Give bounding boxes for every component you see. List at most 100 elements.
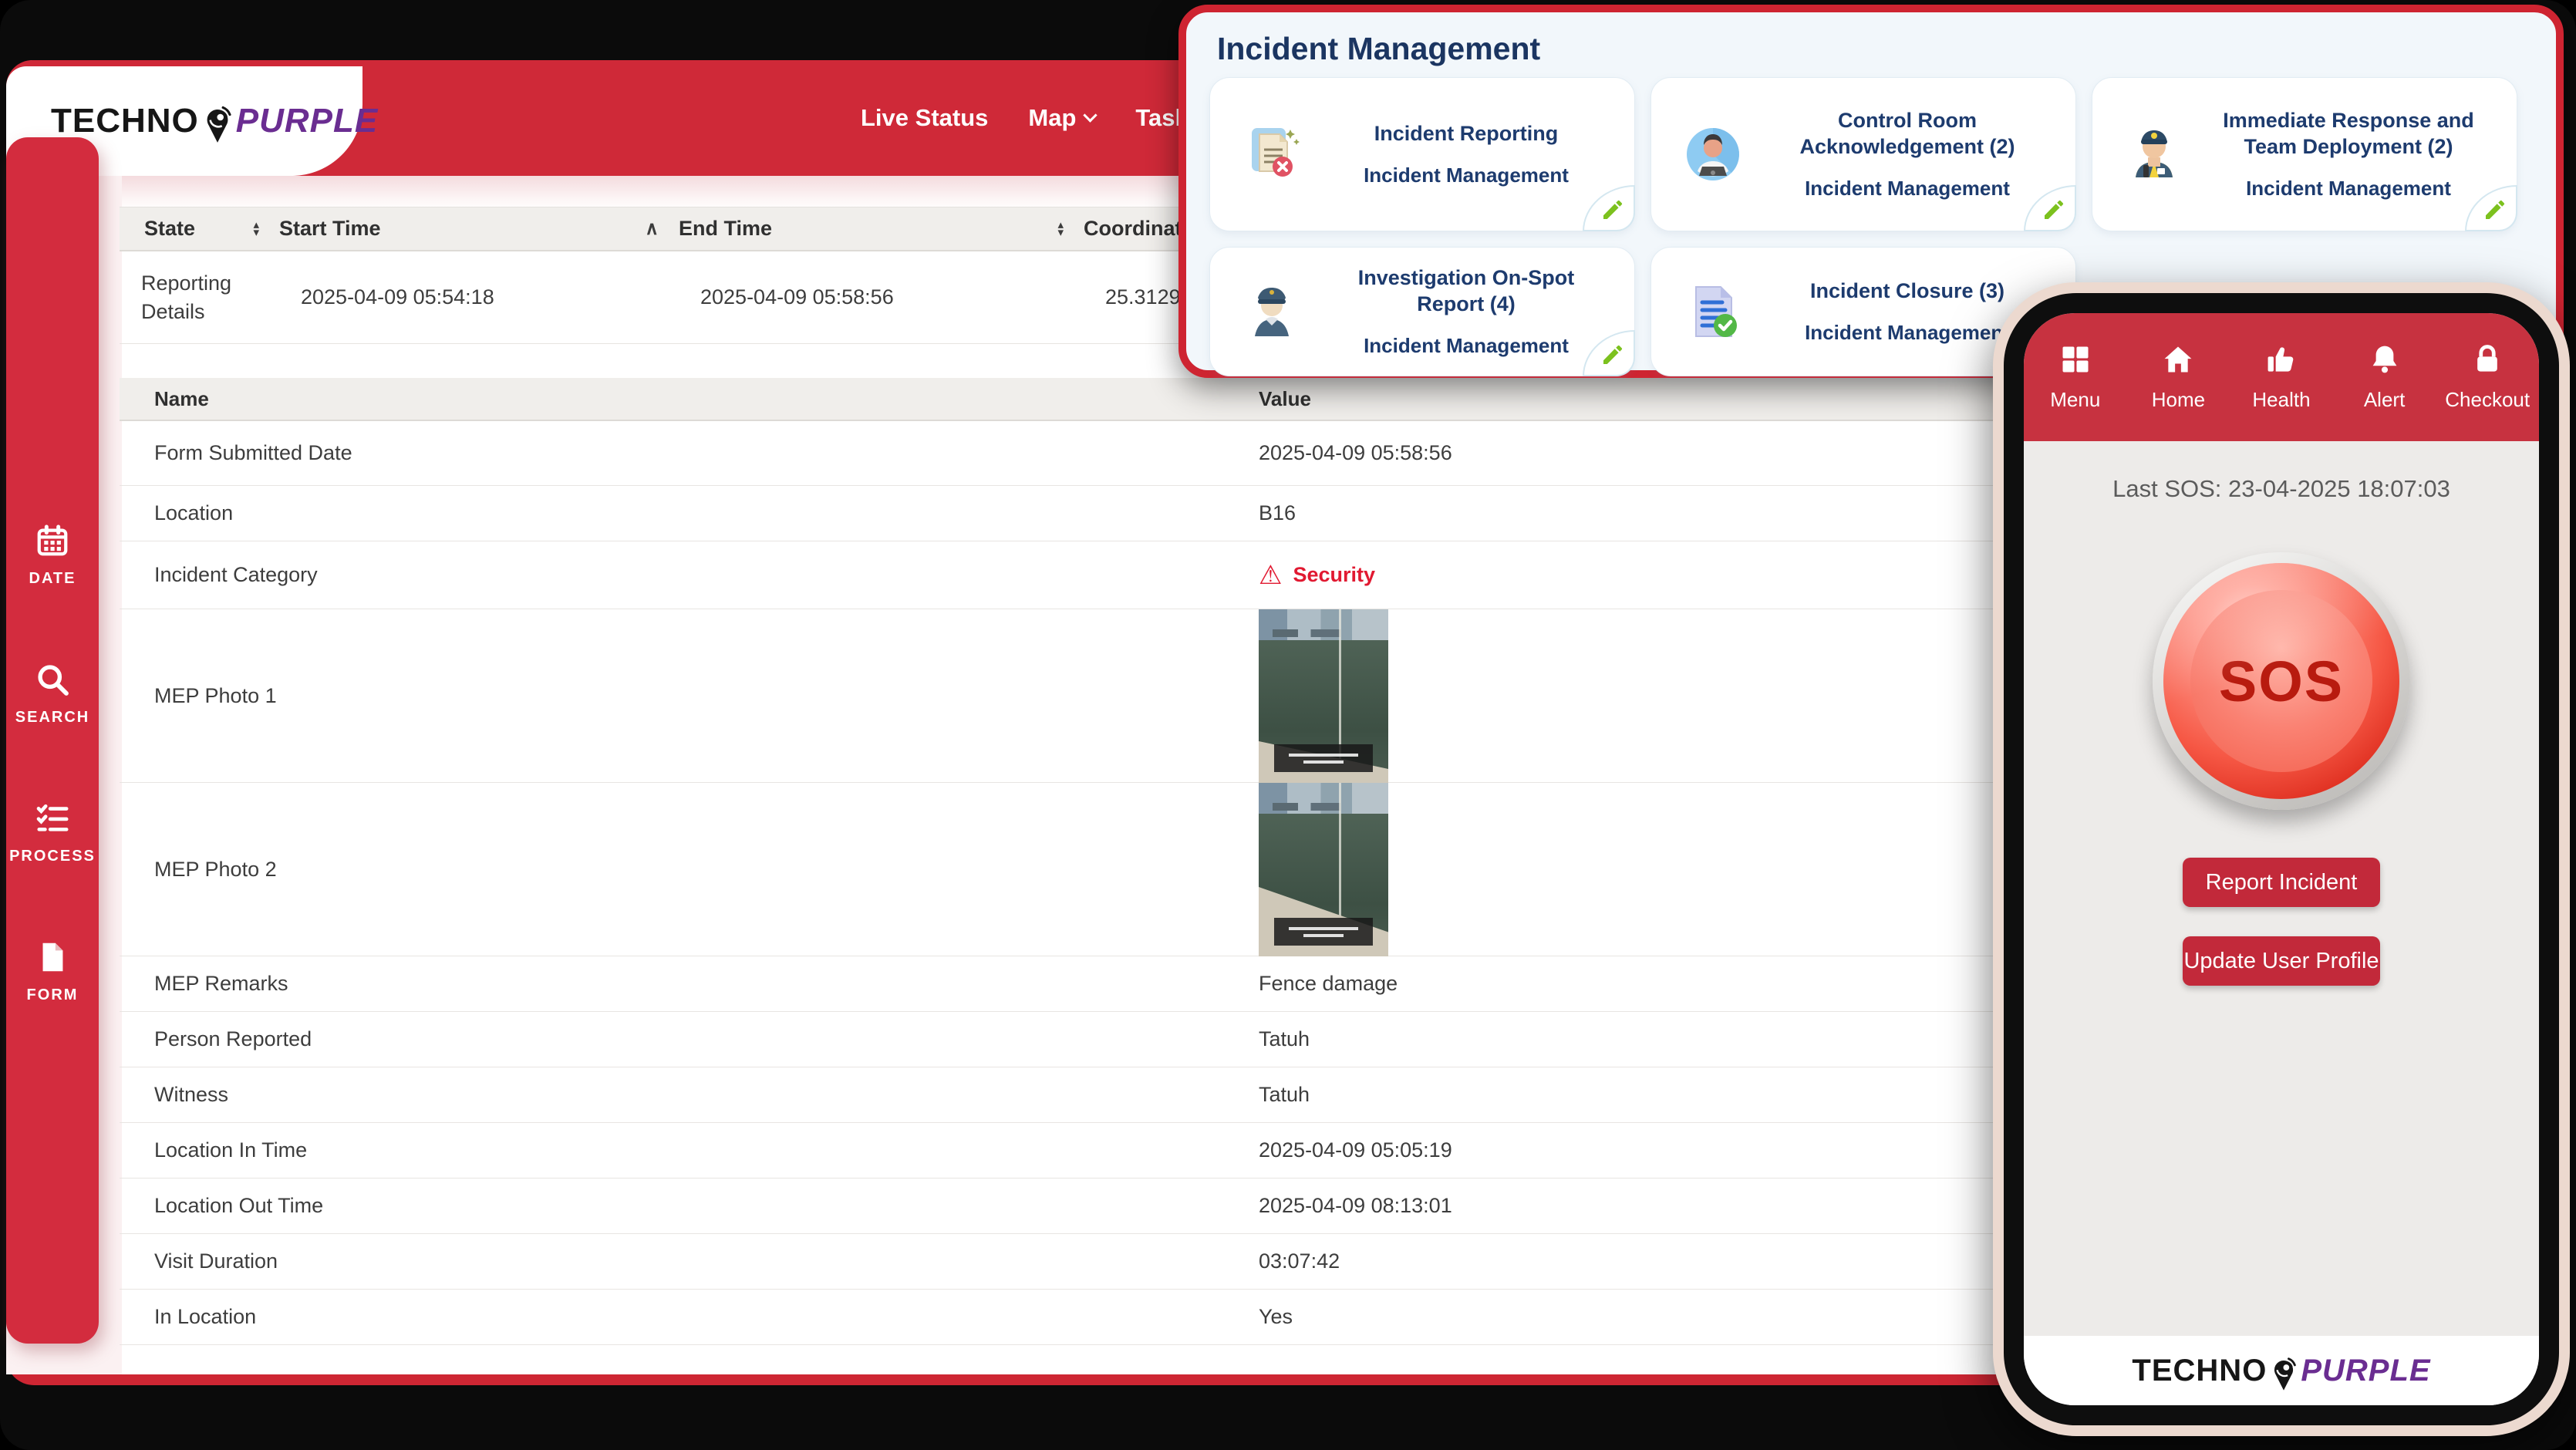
logo-text-purple: PURPLE <box>236 102 378 140</box>
sos-button-face: SOS <box>2163 563 2399 799</box>
cell-end-time: 2025-04-09 05:58:56 <box>700 285 1105 309</box>
card-text: Immediate Response and Team Deployment (… <box>2216 108 2517 201</box>
detail-row-mep-photo-1: MEP Photo 1 <box>120 609 2030 783</box>
detail-value: Yes <box>1259 1305 2030 1329</box>
details-name-header: Name <box>120 387 1259 411</box>
incident-card-immediate-response-and-team-deployment-2[interactable]: Immediate Response and Team Deployment (… <box>2092 77 2517 231</box>
column-label: Coordinat <box>1084 217 1182 241</box>
left-sidebar: DATE SEARCH PROCESS FORM <box>6 137 99 1344</box>
phone-nav-label: Menu <box>2050 388 2100 412</box>
sidebar-item-search[interactable]: SEARCH <box>15 662 89 727</box>
bell-icon <box>2368 342 2402 380</box>
detail-name: Witness <box>120 1083 1259 1107</box>
checklist-icon <box>35 801 70 840</box>
detail-name: Location Out Time <box>120 1194 1259 1218</box>
state-value: Reporting Details <box>141 269 272 325</box>
phone-nav-alert[interactable]: Alert <box>2333 313 2436 441</box>
technopurple-logo: TECHNO PURPLE <box>51 102 378 140</box>
closure-doc-icon <box>1651 275 1775 349</box>
detail-name: Location <box>120 501 1259 525</box>
sos-label: SOS <box>2219 649 2344 714</box>
detail-row-incident-category: Incident Category⚠Security <box>120 541 2030 609</box>
operator-avatar-icon <box>1651 117 1775 191</box>
nav-item-map[interactable]: Map <box>1028 104 1095 132</box>
detail-row-person-reported: Person ReportedTatuh <box>120 1012 2030 1067</box>
phone-nav-home[interactable]: Home <box>2127 313 2230 441</box>
sos-button-core: SOS <box>2190 590 2372 772</box>
phone-bezel: MenuHomeHealthAlertCheckout Last SOS: 23… <box>2004 293 2559 1425</box>
photo-thumbnail[interactable] <box>1259 609 1388 783</box>
detail-value <box>1259 609 2030 783</box>
detail-name: MEP Photo 1 <box>120 684 1259 708</box>
sidebar-item-form[interactable]: FORM <box>27 939 79 1004</box>
detail-row-witness: WitnessTatuh <box>120 1067 2030 1123</box>
sidebar-item-process[interactable]: PROCESS <box>9 801 96 865</box>
card-text: Incident ReportingIncident Management <box>1334 121 1634 188</box>
sort-asc-icon[interactable]: ∧ <box>645 220 659 238</box>
column-header-start-time[interactable]: Start Time ∧ <box>279 207 679 250</box>
sos-button[interactable]: SOS <box>2153 552 2410 810</box>
details-value-header: Value <box>1259 387 2030 411</box>
detail-name: Person Reported <box>120 1027 1259 1051</box>
phone-buttons: Report Incident Update User Profile <box>2024 858 2539 986</box>
menu-grid-icon <box>2058 342 2092 380</box>
phone-nav-label: Alert <box>2364 388 2405 412</box>
cell-start-time: 2025-04-09 05:54:18 <box>301 285 700 309</box>
pencil-icon <box>1593 336 1625 371</box>
incident-card-investigation-on-spot-report-4[interactable]: Investigation On-Spot Report (4)Incident… <box>1209 247 1635 376</box>
detail-name: In Location <box>120 1305 1259 1329</box>
phone-nav-label: Checkout <box>2445 388 2530 412</box>
detail-row-location-in-time: Location In Time2025-04-09 05:05:19 <box>120 1123 2030 1179</box>
sidebar-item-label: DATE <box>29 570 76 588</box>
panel-title: Incident Management <box>1217 31 2556 67</box>
nav-item-label: Map <box>1028 104 1076 132</box>
phone-nav-menu[interactable]: Menu <box>2024 313 2127 441</box>
sidebar-item-label: PROCESS <box>9 848 96 865</box>
sidebar-item-date[interactable]: DATE <box>29 523 76 588</box>
incident-card-control-room-acknowledgement-2[interactable]: Control Room Acknowledgement (2)Incident… <box>1650 77 2076 231</box>
card-title: Incident Closure (3) <box>1775 278 2040 305</box>
card-title: Incident Reporting <box>1334 121 1599 147</box>
edit-button[interactable] <box>1583 185 1635 231</box>
detail-name: Incident Category <box>120 563 1259 587</box>
incident-card-incident-reporting[interactable]: Incident ReportingIncident Management <box>1209 77 1635 231</box>
detail-name: MEP Remarks <box>120 972 1259 996</box>
column-header-end-time[interactable]: End Time▴▾ <box>679 207 1084 250</box>
phone-nav-checkout[interactable]: Checkout <box>2436 313 2539 441</box>
home-icon <box>2161 342 2195 380</box>
sidebar-item-label: SEARCH <box>15 709 89 727</box>
logo-text-techno: TECHNO <box>51 102 199 140</box>
nav-item-live-status[interactable]: Live Status <box>861 104 988 132</box>
desktop-background: Live StatusMapTaskW TECHNO PURPLE DATESE… <box>0 0 2576 1450</box>
photo-thumbnail[interactable] <box>1259 783 1388 956</box>
column-label: Start Time <box>279 217 381 241</box>
detail-name: MEP Photo 2 <box>120 858 1259 882</box>
column-header-state[interactable]: State▴▾ <box>120 207 279 250</box>
detail-name: Form Submitted Date <box>120 441 1259 465</box>
search-icon <box>35 662 70 701</box>
report-incident-button[interactable]: Report Incident <box>2183 858 2380 907</box>
phone-nav-health[interactable]: Health <box>2230 313 2333 441</box>
pencil-icon <box>1593 191 1625 226</box>
detail-row-mep-photo-2: MEP Photo 2 <box>120 783 2030 956</box>
phone-mockup: MenuHomeHealthAlertCheckout Last SOS: 23… <box>1993 282 2570 1436</box>
lock-icon <box>2470 342 2504 380</box>
phone-nav-label: Home <box>2152 388 2205 412</box>
file-icon <box>35 939 70 979</box>
card-title: Investigation On-Spot Report (4) <box>1334 265 1599 318</box>
logo-pin-icon <box>2270 1356 2298 1393</box>
guard-avatar-icon <box>2092 117 2216 191</box>
detail-value: B16 <box>1259 501 2030 525</box>
sort-icon[interactable]: ▴▾ <box>1057 221 1064 236</box>
nav-item-label: Live Status <box>861 104 988 132</box>
sort-icon[interactable]: ▴▾ <box>253 221 259 236</box>
update-user-profile-button[interactable]: Update User Profile <box>2183 936 2380 986</box>
detail-value: Fence damage <box>1259 972 2030 996</box>
detail-value: ⚠Security <box>1259 562 2030 588</box>
card-text: Investigation On-Spot Report (4)Incident… <box>1334 265 1634 359</box>
report-doc-icon <box>1210 117 1334 191</box>
phone-nav-label: Health <box>2252 388 2310 412</box>
detail-row-form-submitted-date: Form Submitted Date2025-04-09 05:58:56 <box>120 421 2030 486</box>
detail-row-in-location: In LocationYes <box>120 1290 2030 1345</box>
technopurple-logo-footer: TECHNO PURPLE <box>2132 1354 2430 1388</box>
